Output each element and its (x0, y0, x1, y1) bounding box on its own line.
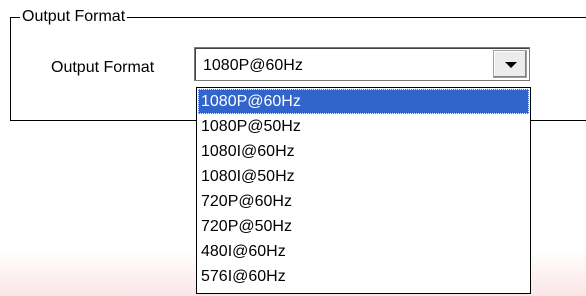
option-720p-60hz[interactable]: 720P@60Hz (198, 189, 529, 214)
option-1080p-50hz[interactable]: 1080P@50Hz (198, 114, 529, 139)
output-format-label: Output Format (51, 59, 155, 76)
option-1080p-60hz[interactable]: 1080P@60Hz (198, 89, 529, 114)
group-legend: Output Format (20, 7, 128, 27)
option-720p-50hz[interactable]: 720P@50Hz (198, 214, 529, 239)
chevron-down-icon (505, 62, 517, 68)
option-480i-60hz[interactable]: 480I@60Hz (198, 239, 529, 264)
option-576i-60hz[interactable]: 576I@60Hz (198, 264, 529, 289)
output-format-value: 1080P@60Hz (203, 57, 303, 74)
output-format-dropdown-list[interactable]: 1080P@60Hz 1080P@50Hz 1080I@60Hz 1080I@5… (196, 87, 531, 294)
dropdown-toggle-button[interactable] (493, 50, 527, 78)
option-1080i-60hz[interactable]: 1080I@60Hz (198, 139, 529, 164)
output-format-combobox[interactable]: 1080P@60Hz (194, 47, 530, 81)
option-1080i-50hz[interactable]: 1080I@50Hz (198, 164, 529, 189)
